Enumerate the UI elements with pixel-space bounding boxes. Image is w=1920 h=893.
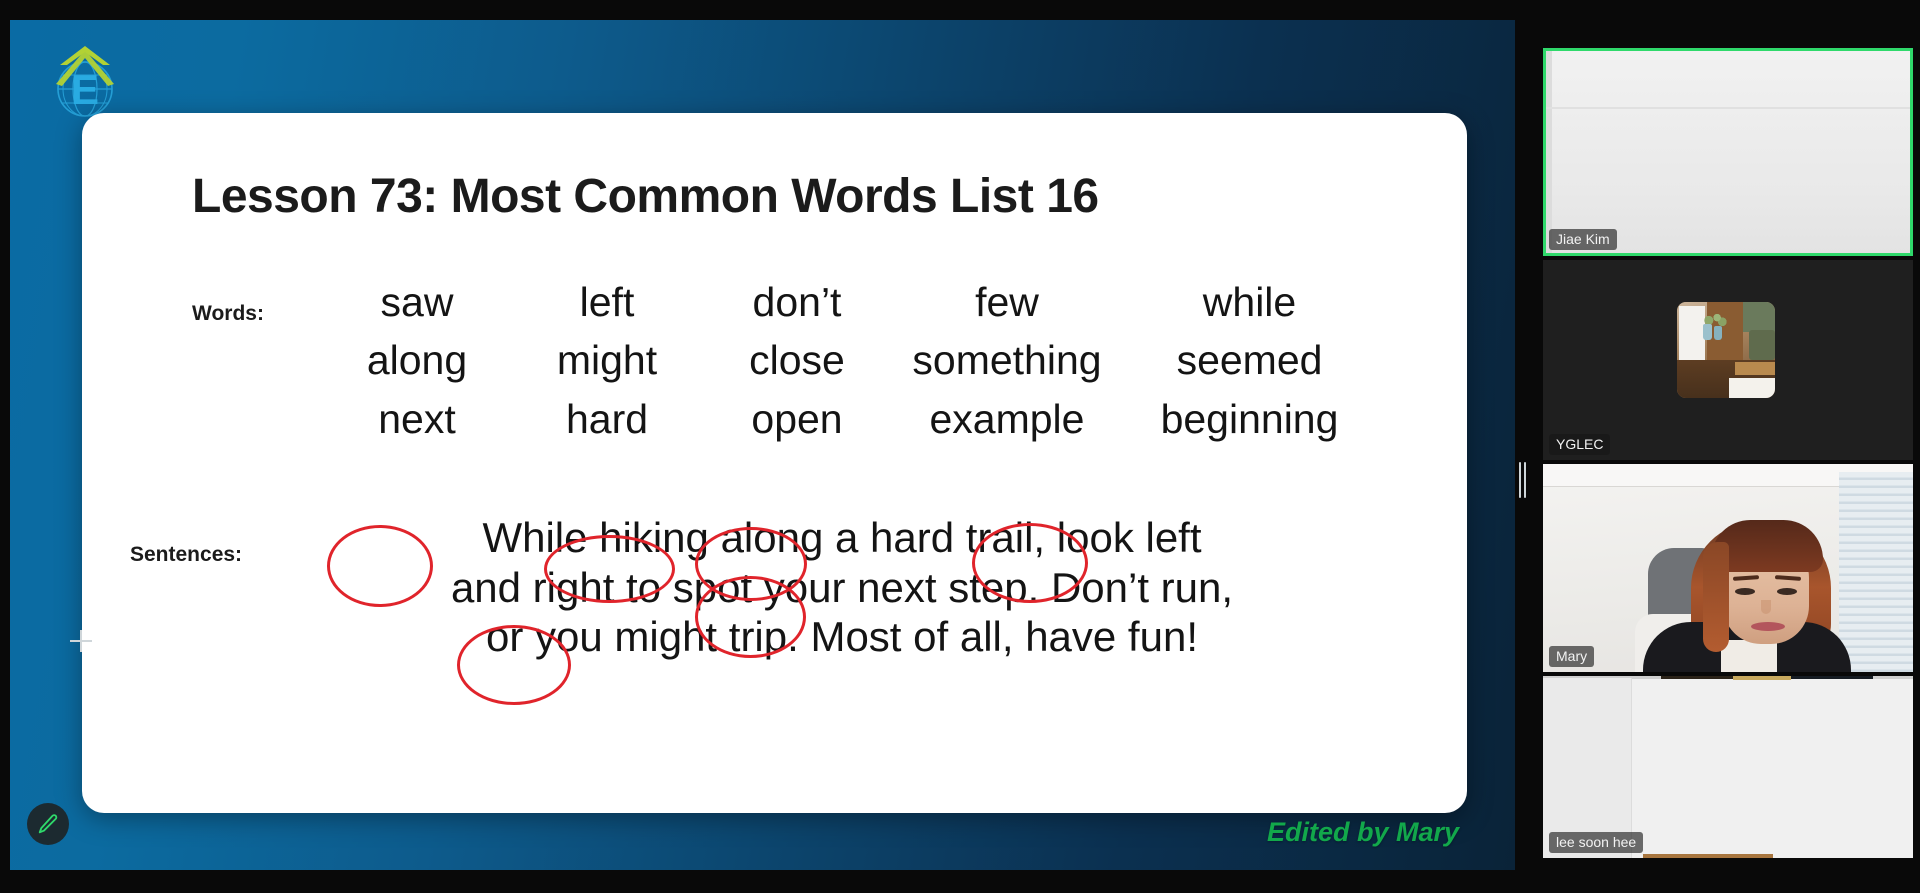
word-item: hard xyxy=(565,395,649,442)
video-edge-band xyxy=(1546,51,1552,253)
shared-screen-stage[interactable]: E Lesson 73: Most Common Words List 16 W… xyxy=(10,20,1515,870)
resize-grip-line xyxy=(1523,462,1526,498)
sentence-line: While hiking along a hard trail, look le… xyxy=(482,514,1202,561)
participant-roster: Jiae Kim YGLEC Mary lee soon hee xyxy=(1543,48,1913,858)
participant-name-badge: lee soon hee xyxy=(1549,832,1644,853)
participant-name-badge: YGLEC xyxy=(1549,434,1611,455)
word-item: next xyxy=(378,395,456,442)
word-item: few xyxy=(975,279,1039,325)
word-item: something xyxy=(912,337,1102,384)
word-item: saw xyxy=(380,279,454,325)
window-blinds xyxy=(1839,472,1913,672)
sentence-line: and right to spot your next step. Don’t … xyxy=(450,563,1234,611)
participant-video-feed xyxy=(1546,51,1910,253)
svg-text:E: E xyxy=(71,66,99,113)
sentences-lines: While hiking along a hard trail, look le… xyxy=(282,513,1402,662)
zoom-meeting-window: E Lesson 73: Most Common Words List 16 W… xyxy=(0,0,1920,893)
video-divider-line xyxy=(1546,107,1910,109)
participant-video-thumbnail xyxy=(1677,302,1775,398)
words-label: Words: xyxy=(192,302,264,325)
word-item: don’t xyxy=(752,279,842,325)
word-item: while xyxy=(1202,279,1297,325)
participant-name-badge: Mary xyxy=(1549,646,1595,667)
participant-tile-mary[interactable]: Mary xyxy=(1543,464,1913,672)
pen-icon xyxy=(38,814,58,834)
participant-video-feed xyxy=(1543,464,1913,672)
word-item: along xyxy=(366,337,468,384)
slide-title: Lesson 73: Most Common Words List 16 xyxy=(192,170,1099,223)
participant-tile-yglec[interactable]: YGLEC xyxy=(1543,260,1913,460)
edited-by-credit: Edited by Mary xyxy=(1266,817,1459,847)
globe-arrow-logo: E xyxy=(42,42,128,122)
word-item: left xyxy=(579,279,635,325)
word-item: seemed xyxy=(1176,337,1323,384)
word-item: open xyxy=(751,395,843,442)
word-item: example xyxy=(929,395,1085,442)
participant-tile-jiae-kim[interactable]: Jiae Kim xyxy=(1543,48,1913,256)
resize-grip-line xyxy=(1518,462,1521,498)
sentences-label: Sentences: xyxy=(130,543,243,566)
word-item: might xyxy=(556,337,658,384)
participant-name-badge: Jiae Kim xyxy=(1549,229,1617,250)
words-grid: saw left don’t few while along might clo… xyxy=(322,276,1377,445)
participant-tile-lee-soon-hee[interactable]: lee soon hee xyxy=(1543,676,1913,858)
panel-resize-handle[interactable] xyxy=(1516,455,1528,505)
word-item: close xyxy=(749,337,845,384)
sentence-line: or you might trip. Most of all, have fun… xyxy=(486,613,1198,661)
annotate-pen-button[interactable] xyxy=(27,803,69,845)
word-item: beginning xyxy=(1160,395,1339,442)
participant-video-feed xyxy=(1543,676,1913,858)
lesson-slide: Lesson 73: Most Common Words List 16 Wor… xyxy=(82,113,1467,813)
